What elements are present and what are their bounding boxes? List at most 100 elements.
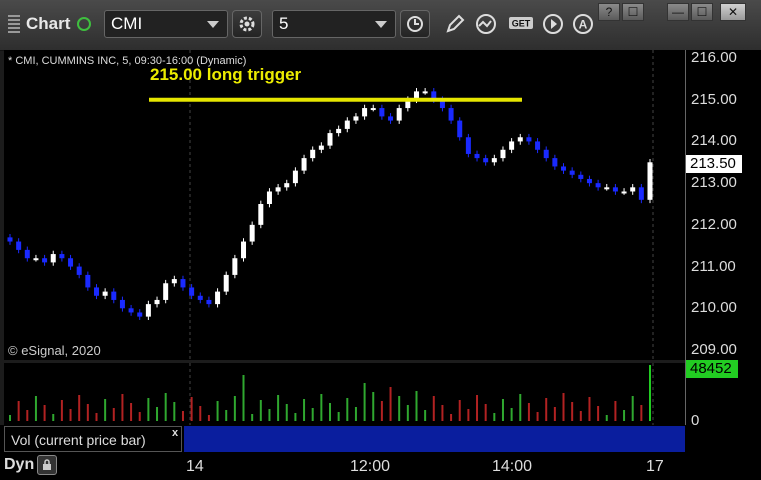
candle-body [552, 158, 558, 167]
candle-body [215, 291, 221, 305]
last-price-tag: 213.50 [686, 155, 742, 173]
candle-body [119, 299, 125, 309]
candle-body [647, 162, 653, 200]
minimize-icon: — [672, 5, 684, 19]
price-chart-canvas: * CMI, CUMMINS INC, 5, 09:30-16:00 (Dyna… [7, 50, 654, 360]
candle-body [128, 308, 134, 313]
maximize-icon: ☐ [696, 5, 708, 19]
alert-icon: A [573, 14, 593, 34]
close-study-icon[interactable]: x [172, 427, 178, 439]
candle-body [59, 254, 65, 259]
last-price-value: 213.50 [690, 155, 736, 172]
candle-body [561, 166, 567, 171]
help-button[interactable]: ? [598, 3, 620, 21]
interval-select[interactable]: 5 [272, 10, 396, 38]
candle-body [604, 187, 610, 190]
interval-value: 5 [279, 14, 289, 33]
gear-icon [239, 16, 255, 32]
price-label: 214.00 [691, 132, 737, 150]
draw-tool-button[interactable] [440, 10, 470, 38]
pencil-icon [446, 14, 465, 33]
watermark: © eSignal, 2020 [8, 343, 101, 358]
candle-body [509, 141, 515, 150]
candle-body [42, 258, 48, 263]
candle-body [336, 128, 342, 134]
candle-body [595, 183, 601, 188]
candle-body [327, 133, 333, 146]
symbol-input[interactable]: CMI [104, 10, 228, 38]
svg-text:GET: GET [512, 19, 531, 29]
candle-body [491, 158, 497, 163]
candle-body [223, 274, 229, 292]
candle-body [310, 149, 316, 159]
candle-body [76, 266, 82, 275]
chart-title: Chart [8, 14, 92, 34]
candle-body [578, 174, 584, 179]
candle-body [396, 108, 402, 121]
restore-button[interactable]: ☐ [622, 3, 644, 21]
candle-body [163, 283, 169, 300]
candle-body [318, 145, 324, 150]
candle-body [171, 279, 177, 284]
minimize-button[interactable]: — [667, 3, 689, 21]
x-label: 14 [186, 458, 204, 475]
candle-body [24, 249, 30, 259]
candle-body [621, 191, 627, 194]
get-data-button[interactable]: GET [506, 10, 536, 38]
time-template-button[interactable] [400, 10, 430, 38]
close-icon: ✕ [727, 5, 739, 19]
volume-value: 48452 [690, 360, 732, 377]
candle-body [474, 153, 480, 159]
candle-body [241, 241, 247, 259]
close-button[interactable]: ✕ [720, 3, 746, 21]
study-header-bar [184, 426, 685, 452]
restore-icon: ☐ [627, 5, 639, 19]
candle-body [266, 191, 272, 204]
chevron-down-icon[interactable] [207, 21, 219, 28]
chevron-down-icon[interactable] [375, 21, 387, 28]
candle-body [638, 187, 644, 200]
studies-button[interactable] [472, 10, 502, 38]
candle-body [457, 120, 463, 138]
clock-icon [407, 16, 423, 32]
alert-button[interactable]: A [568, 10, 598, 38]
price-chart[interactable]: * CMI, CUMMINS INC, 5, 09:30-16:00 (Dyna… [4, 50, 685, 360]
settings-button[interactable] [232, 10, 262, 38]
price-label: 216.00 [691, 49, 737, 66]
maximize-button[interactable]: ☐ [691, 3, 713, 21]
price-label: 213.00 [691, 174, 737, 192]
study-legend[interactable]: Vol (current price bar) [4, 426, 182, 452]
get-icon: GET [509, 17, 533, 29]
candle-body [370, 108, 376, 111]
candle-body [93, 287, 99, 296]
candle-body [379, 108, 385, 117]
candle-body [7, 237, 13, 242]
candle-body [612, 187, 618, 192]
candle-body [145, 304, 151, 317]
volume-tag: 48452 [686, 360, 738, 378]
candle-body [388, 116, 394, 121]
dynamic-toggle[interactable]: Dyn [4, 455, 58, 475]
dynamic-label: Dyn [4, 456, 35, 473]
candle-body [500, 149, 506, 159]
candle-body [189, 287, 195, 296]
study-label: Vol (current price bar) [11, 432, 146, 448]
candle-body [275, 187, 281, 192]
price-label: 212.00 [691, 215, 737, 233]
volume-pane[interactable] [4, 363, 685, 425]
replay-button[interactable] [538, 10, 568, 38]
candle-body [353, 116, 359, 121]
candle-body [483, 158, 489, 163]
candle-body [16, 241, 22, 250]
candle-body [517, 137, 523, 142]
candle-body [465, 137, 471, 154]
help-icon: ? [605, 5, 613, 19]
study-wave-icon [476, 14, 496, 34]
candle-body [344, 120, 350, 129]
price-label: 215.00 [691, 90, 737, 108]
link-status-icon[interactable] [77, 17, 92, 31]
drag-grip-icon[interactable] [8, 15, 20, 33]
candle-body [111, 291, 117, 300]
lock-icon[interactable] [37, 455, 58, 475]
candle-body [33, 258, 39, 261]
